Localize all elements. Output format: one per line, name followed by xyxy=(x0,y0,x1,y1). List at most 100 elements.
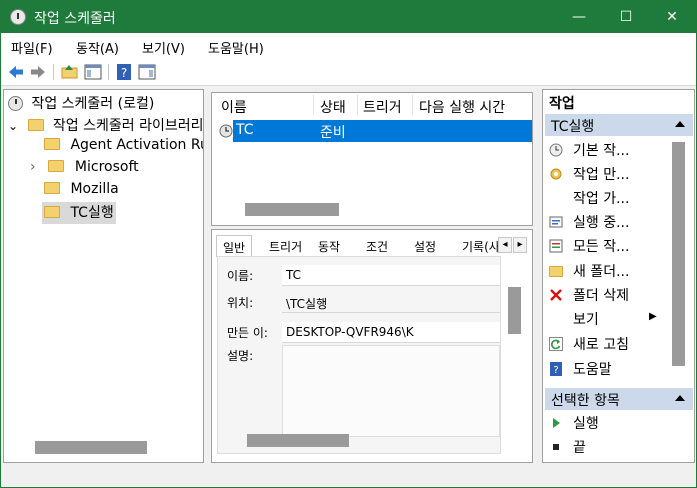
action-create-basic-task[interactable]: 기본 작... xyxy=(549,140,671,162)
action-end[interactable]: 끝 xyxy=(549,437,671,459)
column-header-next-run[interactable]: 다음 실행 시간 xyxy=(419,97,505,117)
forward-arrow-icon[interactable] xyxy=(29,63,47,81)
task-detail-pane: 일반 트리거 동작 조건 설정 기록(사 ◂ ▸ 이름: TC 위치: \TC실… xyxy=(211,229,533,463)
tab-actions[interactable]: 동작 xyxy=(318,238,340,255)
actions-section-selected-item[interactable]: 선택한 항목 xyxy=(545,388,693,410)
action-delete-folder[interactable]: 폴더 삭제 xyxy=(549,285,671,307)
menu-view[interactable]: 보기(V) xyxy=(142,38,185,57)
toolbar-separator xyxy=(53,64,54,80)
column-header-status[interactable]: 상태 xyxy=(320,97,346,117)
location-field[interactable]: \TC실행 xyxy=(282,292,500,313)
create-task-icon xyxy=(550,168,562,180)
detail-vertical-scrollbar[interactable] xyxy=(508,287,521,334)
tab-conditions[interactable]: 조건 xyxy=(366,238,388,255)
task-clock-icon xyxy=(219,124,233,138)
menu-file[interactable]: 파일(F) xyxy=(11,38,53,57)
help-icon: ? xyxy=(550,362,562,376)
help-icon[interactable]: ? xyxy=(115,63,133,81)
console-tree: 작업 스케줄러 (로컬) ⌄ 작업 스케줄러 라이브러리 Agent Activ… xyxy=(3,89,204,463)
column-separator[interactable] xyxy=(412,95,413,115)
minimize-button[interactable]: — xyxy=(556,1,602,33)
action-display-running-tasks[interactable]: 실행 중... xyxy=(549,212,671,234)
tree-item-mozilla[interactable]: Mozilla xyxy=(44,181,119,203)
tree-item-microsoft[interactable]: › Microsoft xyxy=(30,159,139,181)
running-tasks-icon xyxy=(549,216,563,228)
title-bar[interactable]: 작업 스케줄러 — ☐ ✕ xyxy=(1,1,696,33)
task-name: TC xyxy=(236,122,254,138)
expand-chevron-icon[interactable]: ⌄ xyxy=(8,119,22,133)
run-play-icon xyxy=(553,418,560,428)
tree-item-agent-activation[interactable]: Agent Activation Ru xyxy=(44,137,203,159)
collapse-caret-icon[interactable] xyxy=(675,121,685,127)
collapse-caret-icon[interactable] xyxy=(675,395,685,401)
svg-text:?: ? xyxy=(121,66,127,80)
folder-icon xyxy=(44,206,60,218)
show-hide-console-tree-icon[interactable] xyxy=(84,63,102,81)
basic-task-wizard-icon xyxy=(549,143,563,157)
menu-help[interactable]: 도움말(H) xyxy=(208,38,264,57)
close-button[interactable]: ✕ xyxy=(649,1,695,33)
tab-scroll-left-button[interactable]: ◂ xyxy=(498,237,512,253)
tab-triggers[interactable]: 트리거 xyxy=(269,238,302,255)
action-refresh[interactable]: 새로 고침 xyxy=(549,334,671,356)
actions-header: 작업 xyxy=(549,96,575,112)
name-field[interactable]: TC xyxy=(282,265,500,286)
tree-item-label: 작업 스케줄러 라이브러리 xyxy=(52,118,204,134)
folder-icon xyxy=(48,160,65,172)
collapsed-chevron-icon[interactable]: › xyxy=(30,159,44,175)
tree-item-library[interactable]: ⌄ 작업 스케줄러 라이브러리 xyxy=(8,115,204,137)
toolbar: ? xyxy=(1,59,696,86)
folder-up-icon[interactable] xyxy=(61,63,79,81)
detail-horizontal-scrollbar[interactable] xyxy=(247,434,349,447)
column-header-name[interactable]: 이름 xyxy=(221,97,247,117)
menu-action[interactable]: 동작(A) xyxy=(76,38,119,57)
action-help[interactable]: ? 도움말 xyxy=(549,359,671,381)
location-label: 위치: xyxy=(227,296,254,310)
task-row[interactable]: TC 준비 xyxy=(233,120,532,142)
column-separator[interactable] xyxy=(357,95,358,115)
blank-icon xyxy=(549,312,563,326)
folder-icon xyxy=(44,182,60,194)
task-status: 준비 xyxy=(320,125,346,141)
tree-item-label: TC실행 xyxy=(70,205,114,221)
maximize-button[interactable]: ☐ xyxy=(603,1,649,33)
toolbar-separator xyxy=(108,64,109,80)
tree-horizontal-scrollbar[interactable] xyxy=(35,441,147,454)
task-list: 이름 상태 트리거 다음 실행 시간 TC 준비 xyxy=(211,92,533,226)
column-header-trigger[interactable]: 트리거 xyxy=(363,97,402,117)
author-label: 만든 이: xyxy=(227,326,268,340)
action-run[interactable]: 실행 xyxy=(549,413,671,435)
description-field[interactable] xyxy=(282,345,500,437)
tree-item-root[interactable]: 작업 스케줄러 (로컬) xyxy=(8,93,154,115)
submenu-arrow-icon: ▶ xyxy=(649,311,657,322)
delete-x-icon xyxy=(550,289,562,301)
column-separator[interactable] xyxy=(313,95,314,115)
menu-bar: 파일(F) 동작(A) 보기(V) 도움말(H) xyxy=(1,33,696,59)
tree-item-label: Mozilla xyxy=(70,181,119,197)
actions-vertical-scrollbar[interactable] xyxy=(672,142,685,366)
tab-general[interactable]: 일반 xyxy=(216,235,253,257)
tree-item-tc-run[interactable]: TC실행 xyxy=(42,202,116,224)
task-list-horizontal-scrollbar[interactable] xyxy=(245,203,339,216)
tree-item-label: 작업 스케줄러 (로컬) xyxy=(31,96,155,112)
action-create-task[interactable]: 작업 만... xyxy=(549,164,671,186)
task-scheduler-icon xyxy=(10,9,26,25)
action-new-folder[interactable]: 새 폴더... xyxy=(549,261,671,283)
task-scheduler-window: 작업 스케줄러 — ☐ ✕ 파일(F) 동작(A) 보기(V) 도움말(H) ?… xyxy=(0,0,697,488)
svg-text:?: ? xyxy=(553,365,558,376)
name-label: 이름: xyxy=(227,269,254,283)
actions-section-tc-run[interactable]: TC실행 xyxy=(545,114,693,136)
folder-icon xyxy=(44,138,60,150)
description-label: 설명: xyxy=(227,349,254,363)
action-import-task[interactable]: 작업 가... xyxy=(549,188,671,210)
action-enable-all-task-history[interactable]: 모든 작... xyxy=(549,236,671,258)
back-arrow-icon[interactable] xyxy=(7,63,25,81)
detail-tabs: 일반 트리거 동작 조건 설정 기록(사 ◂ ▸ xyxy=(212,234,532,257)
tab-history[interactable]: 기록(사 xyxy=(462,238,500,255)
tab-settings[interactable]: 설정 xyxy=(414,238,436,255)
window-title: 작업 스케줄러 xyxy=(34,11,116,27)
tab-scroll-right-button[interactable]: ▸ xyxy=(513,237,527,253)
show-hide-action-pane-icon[interactable] xyxy=(138,63,156,81)
section-title: 선택한 항목 xyxy=(551,393,620,409)
author-field[interactable]: DESKTOP-QVFR946\K xyxy=(282,322,500,343)
